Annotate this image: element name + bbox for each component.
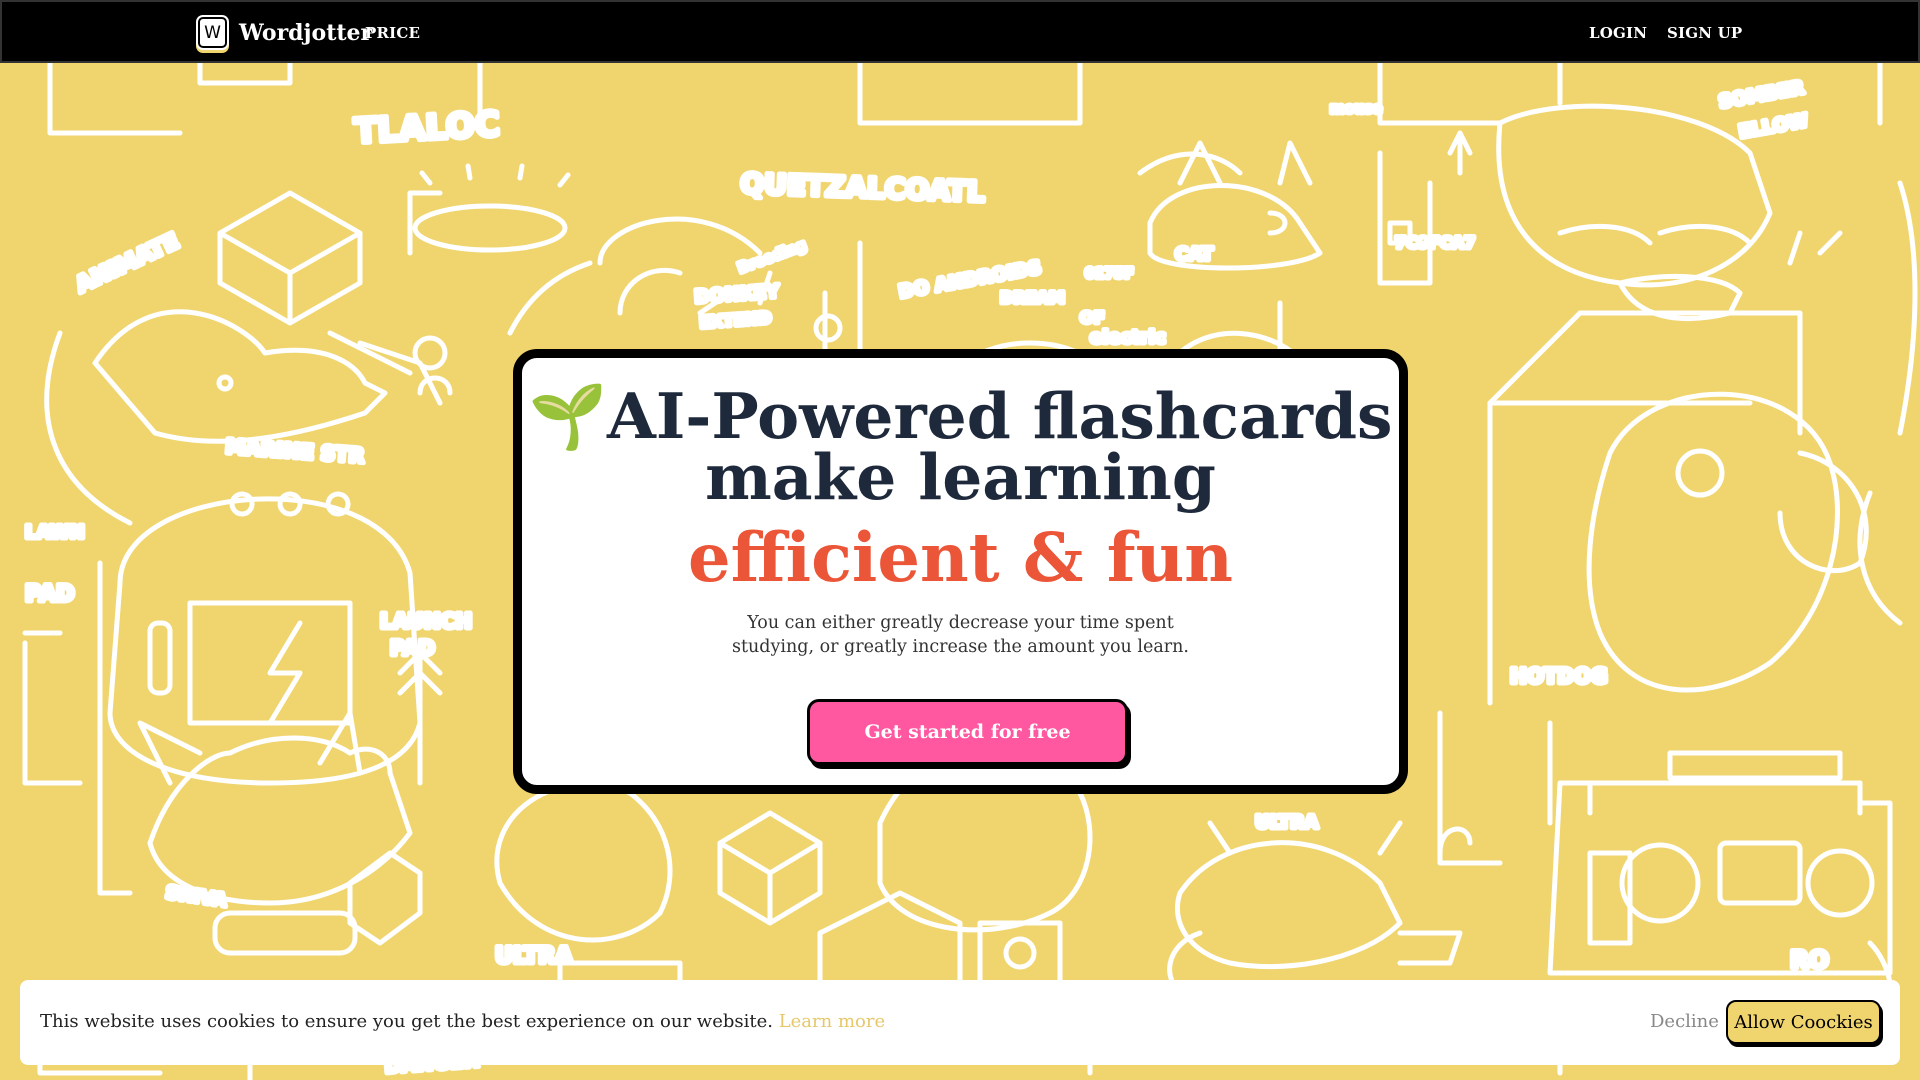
svg-text:OF: OF xyxy=(1080,308,1105,327)
allow-cookies-button[interactable]: Allow Coockies xyxy=(1726,1000,1881,1044)
cookie-banner: This website uses cookies to ensure you … xyxy=(20,980,1900,1065)
headline-accent: efficient & fun xyxy=(688,518,1233,597)
decline-cookies-button[interactable]: Decline xyxy=(1650,1011,1719,1032)
cookie-message-text: This website uses cookies to ensure you … xyxy=(40,1011,773,1032)
svg-text:SOMBER: SOMBER xyxy=(1717,77,1806,113)
brand-name: Wordjotter xyxy=(239,19,373,46)
svg-text:SHIVA: SHIVA xyxy=(164,882,228,911)
sprout-icon: 🌱 xyxy=(528,380,607,453)
hero-card: 🌱AI-Powered flashcards make learning eff… xyxy=(513,349,1408,794)
top-nav: W Wordjotter PRICE LOGIN SIGN UP xyxy=(0,0,1920,63)
svg-text:LAWN: LAWN xyxy=(25,522,85,543)
svg-text:0175F: 0175F xyxy=(1085,266,1134,282)
svg-text:TLALOC: TLALOC xyxy=(353,104,500,152)
svg-text:PAD: PAD xyxy=(25,582,74,607)
svg-text:QUETZALCOATL: QUETZALCOATL xyxy=(740,167,986,209)
nav-login-link[interactable]: LOGIN xyxy=(1589,24,1647,42)
learn-more-link[interactable]: Learn more xyxy=(779,1011,885,1032)
svg-text:mouse: mouse xyxy=(1330,101,1382,117)
svg-text:ELLOW: ELLOW xyxy=(1737,110,1809,143)
get-started-button[interactable]: Get started for free xyxy=(807,699,1128,765)
svg-text:7C9FCA7: 7C9FCA7 xyxy=(1395,233,1475,252)
svg-text:DREAM: DREAM xyxy=(1000,288,1065,307)
svg-text:electric: electric xyxy=(1090,327,1166,348)
svg-text:EXTEND: EXTEND xyxy=(699,308,772,332)
svg-text:HOTDOG: HOTDOG xyxy=(1510,664,1607,688)
svg-text:ANIMATE: ANIMATE xyxy=(72,229,183,299)
cookie-message: This website uses cookies to ensure you … xyxy=(40,1011,885,1032)
hero-headline: 🌱AI-Powered flashcards make learning xyxy=(522,385,1399,509)
hero-subtext: You can either greatly decrease your tim… xyxy=(732,613,1189,657)
svg-text:LAUNCH: LAUNCH xyxy=(380,609,472,633)
svg-text:PAD: PAD xyxy=(390,636,435,660)
brand-link[interactable]: W Wordjotter xyxy=(198,17,372,48)
svg-text:ULTRA: ULTRA xyxy=(1255,812,1318,833)
headline-line2: make learning xyxy=(705,440,1216,514)
svg-text:CAT: CAT xyxy=(1175,244,1214,265)
svg-text:RO: RO xyxy=(1790,946,1829,974)
wordjotter-logo-icon: W xyxy=(198,17,227,48)
svg-text:ULTRA: ULTRA xyxy=(495,944,572,969)
svg-text:DONKEY: DONKEY xyxy=(694,281,781,308)
svg-text:MARINE STR: MARINE STR xyxy=(225,434,365,468)
nav-price-link[interactable]: PRICE xyxy=(365,24,420,42)
nav-signup-link[interactable]: SIGN UP xyxy=(1667,24,1742,42)
